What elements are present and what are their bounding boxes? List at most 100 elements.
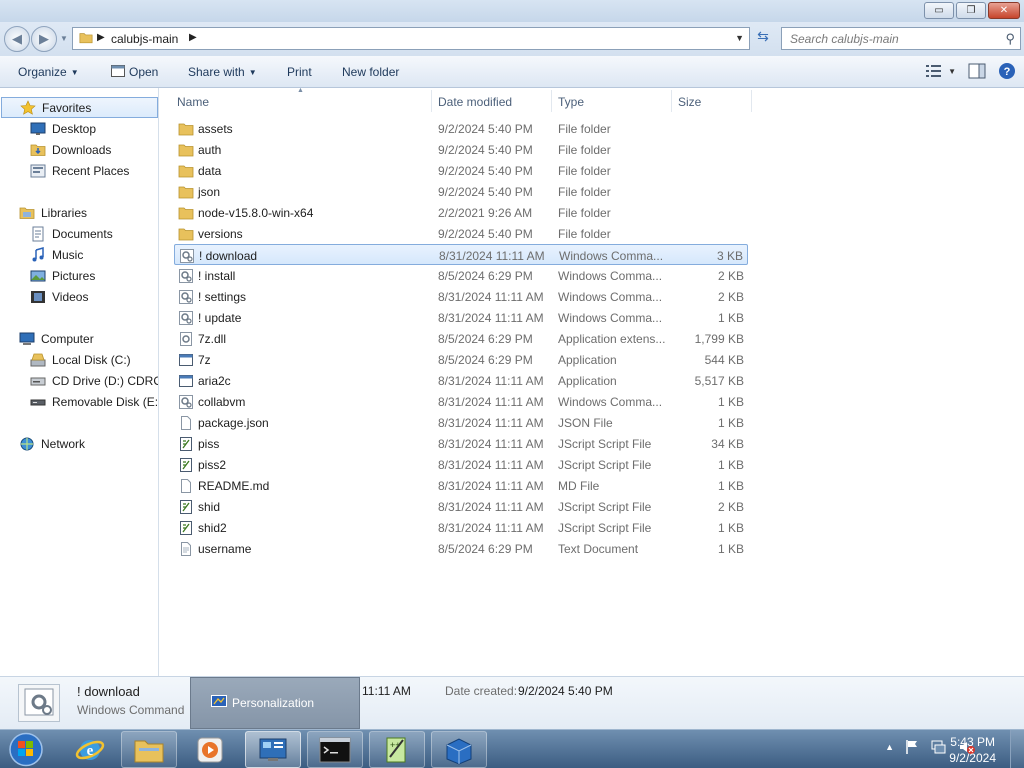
nav-videos[interactable]: Videos (30, 286, 88, 307)
column-divider[interactable] (431, 90, 432, 112)
control-panel-icon (259, 738, 287, 761)
forward-button[interactable]: ▶ (31, 26, 57, 52)
file-type: Application (558, 374, 617, 388)
nav-desktop[interactable]: Desktop (30, 118, 96, 139)
taskbar-text-editor[interactable]: ++ (369, 731, 425, 768)
file-row[interactable]: json 9/2/2024 5:40 PM File folder (174, 181, 748, 202)
file-row[interactable]: collabvm 8/31/2024 11:11 AM Windows Comma.… (174, 391, 748, 412)
preview-pane-icon[interactable] (968, 63, 986, 79)
help-icon[interactable]: ? (998, 62, 1016, 80)
nav-local-disk[interactable]: Local Disk (C:) (30, 349, 131, 370)
search-icon[interactable]: ⚲ (1005, 31, 1015, 47)
column-header-date-modified[interactable]: Date modified (438, 95, 512, 109)
taskbar-windows-explorer[interactable] (121, 731, 177, 768)
nav-cd-drive[interactable]: CD Drive (D:) CDROM (30, 370, 158, 391)
nav-favorites[interactable]: Favorites (1, 97, 158, 118)
taskbar-thumbnail-tooltip[interactable]: Personalization (190, 677, 360, 729)
file-date-modified: 8/31/2024 11:11 AM (439, 249, 545, 263)
view-options-icon[interactable] (926, 64, 942, 78)
file-row[interactable]: ! install 8/5/2024 6:29 PM Windows Comma..… (174, 265, 748, 286)
file-type: File folder (558, 206, 611, 220)
nav-label: Recent Places (52, 163, 130, 178)
view-dropdown-icon[interactable]: ▼ (948, 67, 956, 76)
open-button[interactable]: Open (129, 65, 158, 79)
file-name: shid2 (198, 521, 227, 535)
file-row[interactable]: shid 8/31/2024 11:11 AM JScript Script Fil… (174, 496, 748, 517)
show-hidden-icons-button[interactable]: ▲ (885, 742, 894, 752)
file-size: 5,517 KB (694, 374, 744, 388)
breadcrumb-separator-icon[interactable]: ▶ (97, 32, 105, 43)
nav-computer[interactable]: Computer (19, 328, 94, 349)
refresh-button[interactable]: ⇆ (752, 28, 774, 49)
address-bar[interactable]: ▶ calubjs-main ▶ ▼ (72, 27, 750, 50)
file-date-modified: 8/31/2024 11:11 AM (438, 374, 544, 388)
file-size: 1,799 KB (694, 332, 744, 346)
breadcrumb-separator-icon[interactable]: ▶ (189, 32, 197, 43)
nav-recent-places[interactable]: Recent Places (30, 160, 129, 181)
breadcrumb-calubjs-main[interactable]: calubjs-main (111, 32, 178, 46)
nav-pictures[interactable]: Pictures (30, 265, 95, 286)
close-button[interactable]: ✕ (988, 2, 1020, 19)
file-type: Application (558, 353, 617, 367)
minimize-button[interactable]: ▭ (924, 2, 954, 19)
file-row[interactable]: assets 9/2/2024 5:40 PM File folder (174, 118, 748, 139)
column-divider[interactable] (551, 90, 552, 112)
file-row[interactable]: versions 9/2/2024 5:40 PM File folder (174, 223, 748, 244)
search-input[interactable]: Search calubjs-main ⚲ (781, 27, 1021, 50)
file-date-modified: 8/31/2024 11:11 AM (438, 500, 544, 514)
file-row[interactable]: ! update 8/31/2024 11:11 AM Windows Comma.… (174, 307, 748, 328)
file-row[interactable]: aria2c 8/31/2024 11:11 AM Application 5,517… (174, 370, 748, 391)
file-row[interactable]: ! download 8/31/2024 11:11 AM Windows Comm… (174, 244, 748, 265)
taskbar-internet-explorer[interactable]: e (62, 731, 118, 768)
file-row[interactable]: auth 9/2/2024 5:40 PM File folder (174, 139, 748, 160)
column-header-type[interactable]: Type (558, 95, 584, 109)
action-center-flag-icon[interactable] (904, 739, 920, 755)
nav-downloads[interactable]: Downloads (30, 139, 111, 160)
batch-file-large-icon (18, 684, 60, 722)
file-row[interactable]: data 9/2/2024 5:40 PM File folder (174, 160, 748, 181)
file-type: File folder (558, 227, 611, 241)
file-size: 1 KB (717, 311, 744, 325)
column-divider[interactable] (751, 90, 752, 112)
blank-file-icon (181, 479, 191, 493)
removable-disk-icon (30, 399, 46, 405)
taskbar-media-player[interactable] (182, 731, 238, 768)
batch-file-icon (180, 249, 194, 263)
start-button[interactable] (6, 731, 46, 768)
taskbar-clock[interactable]: 5:43 PM 9/2/2024 (949, 734, 996, 766)
file-row[interactable]: username 8/5/2024 6:29 PM Text Document 1 K… (174, 538, 748, 559)
file-row[interactable]: piss 8/31/2024 11:11 AM JScript Script Fil… (174, 433, 748, 454)
nav-libraries[interactable]: Libraries (19, 202, 87, 223)
file-date-modified: 8/31/2024 11:11 AM (438, 416, 544, 430)
file-row[interactable]: 7z.dll 8/5/2024 6:29 PM Application extens… (174, 328, 748, 349)
recent-pages-dropdown-icon[interactable]: ▼ (60, 34, 68, 43)
nav-removable-disk[interactable]: Removable Disk (E:) (30, 391, 158, 412)
nav-documents[interactable]: Documents (30, 223, 113, 244)
nav-music[interactable]: Music (30, 244, 83, 265)
show-desktop-button[interactable] (1010, 730, 1024, 768)
file-row[interactable]: node-v15.8.0-win-x64 2/2/2021 9:26 AM File… (174, 202, 748, 223)
file-row[interactable]: ! settings 8/31/2024 11:11 AM Windows Comm… (174, 286, 748, 307)
column-header-size[interactable]: Size (678, 95, 701, 109)
taskbar-virtualbox-app[interactable] (431, 731, 487, 768)
network-status-icon[interactable] (930, 739, 948, 755)
organize-button[interactable]: Organize ▼ (18, 65, 79, 79)
maximize-button[interactable]: ❐ (956, 2, 986, 19)
back-button[interactable]: ◀ (4, 26, 30, 52)
column-divider[interactable] (671, 90, 672, 112)
print-button[interactable]: Print (287, 65, 312, 79)
file-row[interactable]: README.md 8/31/2024 11:11 AM MD File 1 KB (174, 475, 748, 496)
file-row[interactable]: shid2 8/31/2024 11:11 AM JScript Script Fi… (174, 517, 748, 538)
file-row[interactable]: package.json 8/31/2024 11:11 AM JSON File 1… (174, 412, 748, 433)
taskbar-command-prompt[interactable] (307, 731, 363, 768)
column-header-name[interactable]: Name (177, 95, 209, 109)
address-dropdown-icon[interactable]: ▼ (735, 33, 744, 43)
taskbar-control-panel[interactable] (245, 731, 301, 768)
file-name: collabvm (198, 395, 246, 409)
share-with-button[interactable]: Share with ▼ (188, 65, 257, 79)
nav-network[interactable]: Network (19, 433, 85, 454)
file-row[interactable]: piss2 8/31/2024 11:11 AM JScript Script Fi… (174, 454, 748, 475)
nav-label: Pictures (52, 268, 96, 283)
new-folder-button[interactable]: New folder (342, 65, 399, 79)
file-row[interactable]: 7z 8/5/2024 6:29 PM Application 544 KB (174, 349, 748, 370)
